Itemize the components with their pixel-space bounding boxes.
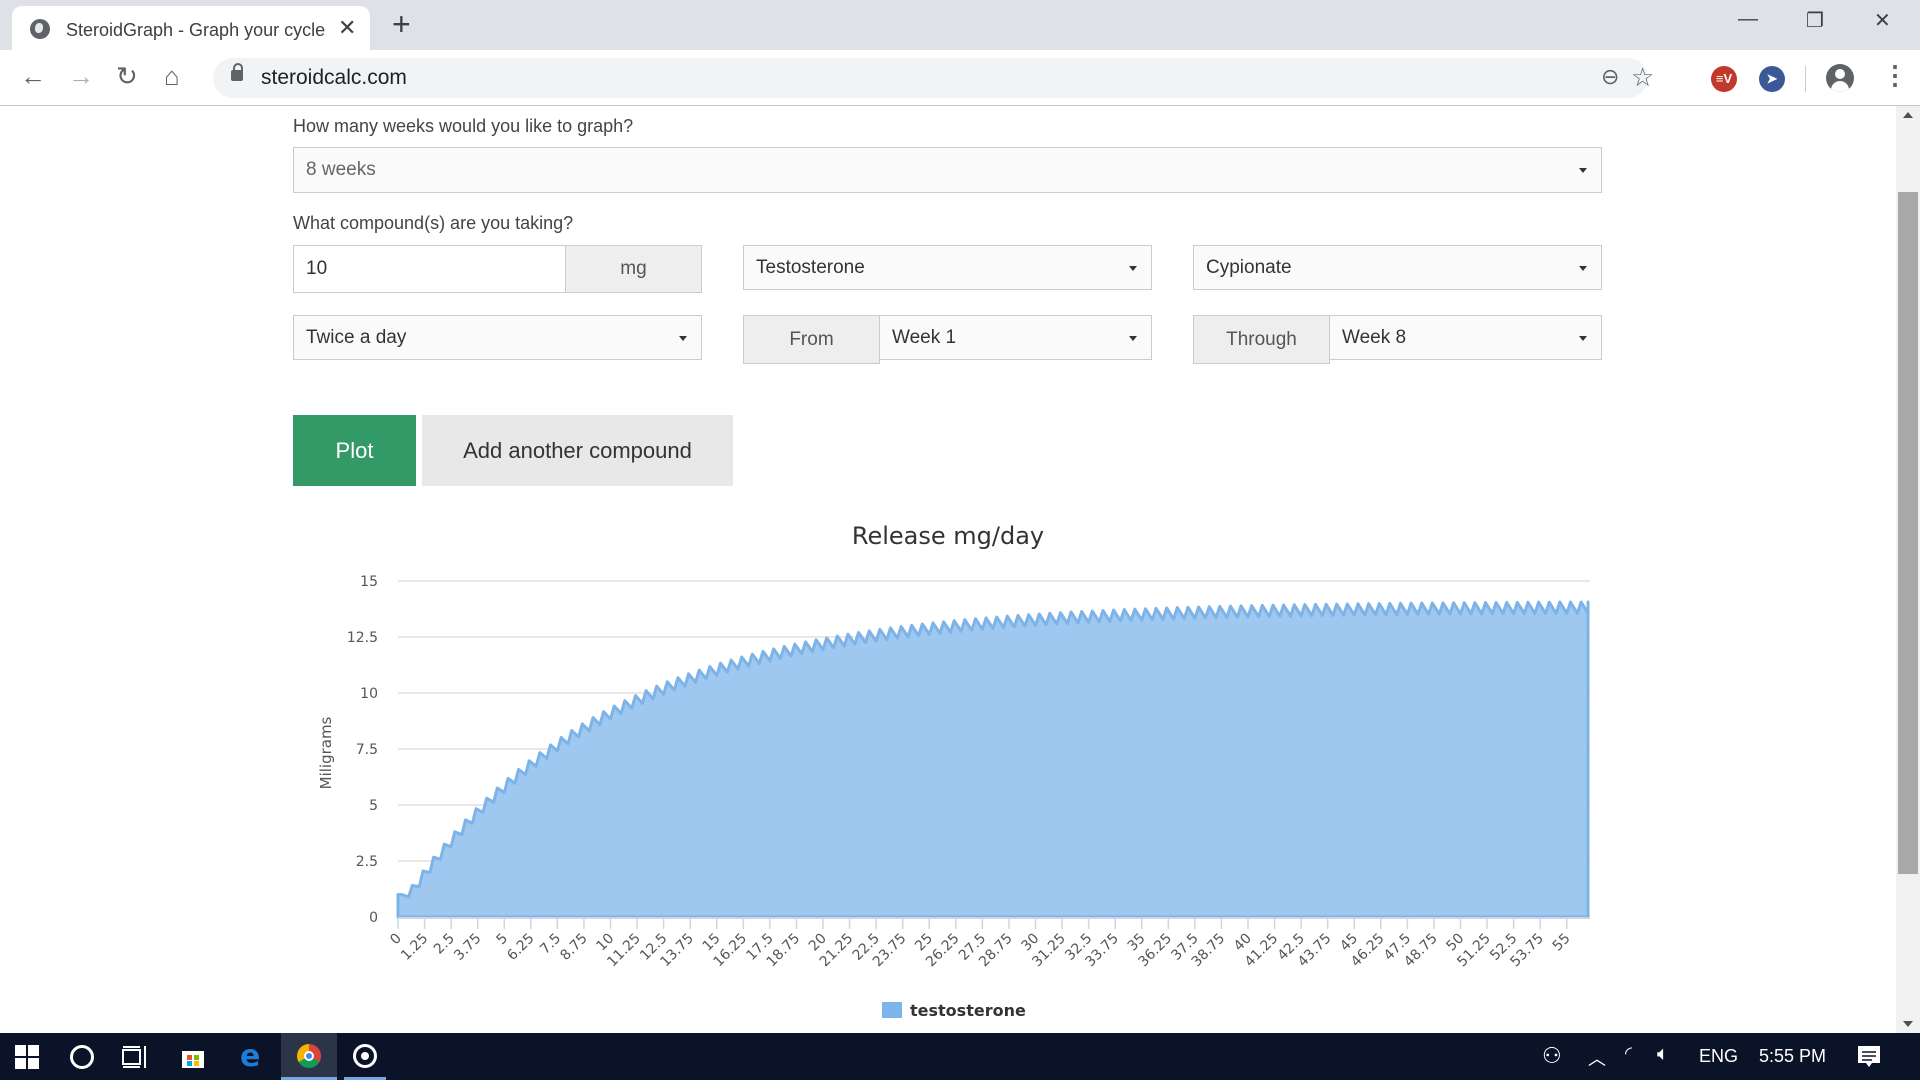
chrome-icon-center — [304, 1051, 314, 1061]
chevron-down-icon — [1129, 265, 1137, 271]
y-tick-label: 7.5 — [356, 742, 378, 758]
y-tick-label: 10 — [360, 686, 378, 702]
dose-input-value: 10 — [306, 258, 328, 279]
chart-x-axis: 01.25 2.53.75 56.25 7.58.75 1011.2512.513.75… — [387, 917, 1590, 970]
home-icon[interactable]: ⌂ — [164, 63, 180, 89]
show-hidden-icons-chevron[interactable]: ︿ — [1588, 1045, 1606, 1071]
page-scrollbar[interactable] — [1896, 106, 1920, 1033]
target-app-icon-dot — [361, 1052, 369, 1060]
x-tick-label: 55 — [1550, 931, 1574, 955]
cortana-search-icon[interactable] — [70, 1045, 94, 1069]
x-tick-label: 3.75 — [451, 931, 484, 964]
dose-unit-addon: mg — [565, 245, 702, 293]
testosterone-area-series[interactable] — [396, 600, 1590, 919]
action-center-notifications-icon[interactable] — [1857, 1045, 1881, 1069]
app-taskbar-button[interactable] — [344, 1033, 386, 1080]
toolbar-divider — [1805, 66, 1806, 92]
weeks-select-value: 8 weeks — [306, 159, 376, 180]
url-text[interactable]: steroidcalc.com — [261, 66, 407, 90]
y-tick-label: 0 — [369, 910, 378, 926]
restore-icon[interactable]: ❐ — [1806, 8, 1824, 33]
compound-question-label: What compound(s) are you taking? — [293, 213, 574, 233]
legend-swatch-testosterone — [882, 1002, 902, 1018]
frequency-select-value: Twice a day — [306, 326, 407, 348]
from-week-value: Week 1 — [892, 326, 957, 348]
chevron-down-icon — [1579, 168, 1587, 173]
add-compound-button[interactable]: Add another compound — [422, 415, 733, 486]
compound-select-value: Testosterone — [756, 256, 865, 278]
windows-taskbar: e ⚇ ︿ ◜ 🔈︎ ENG 5:55 PM — [0, 1033, 1920, 1080]
plot-button[interactable]: Plot — [293, 415, 416, 486]
expressvpn-extension-icon[interactable]: ≡V — [1711, 66, 1737, 92]
through-week-select[interactable]: Week 8 — [1329, 315, 1602, 360]
microsoft-store-icon[interactable] — [181, 1045, 205, 1069]
windows-start-icon[interactable] — [15, 1045, 39, 1069]
chart-title: Release mg/day — [852, 522, 1044, 550]
back-icon[interactable]: ← — [20, 63, 46, 89]
window-close-icon[interactable]: ✕ — [1874, 8, 1891, 33]
dose-input[interactable]: 10 — [293, 245, 566, 293]
bookmark-star-icon[interactable]: ☆ — [1631, 62, 1654, 93]
minimize-icon[interactable]: — — [1738, 8, 1758, 31]
x-tick-label: 8.75 — [557, 931, 590, 964]
edge-browser-icon[interactable]: e — [240, 1039, 260, 1074]
through-label: Through — [1226, 328, 1297, 350]
from-week-select[interactable]: Week 1 — [879, 315, 1152, 360]
x-tick-label: 1.25 — [398, 931, 431, 964]
network-wifi-icon[interactable]: ◜ — [1625, 1043, 1632, 1064]
chevron-down-icon — [679, 335, 687, 341]
chart-y-axis-label: Miligrams — [317, 716, 335, 789]
globe-icon — [30, 19, 50, 39]
chevron-down-icon — [1579, 335, 1587, 341]
browser-tab-active[interactable]: SteroidGraph - Graph your cycle ✕ — [12, 6, 370, 50]
chart-legend[interactable]: testosterone — [882, 1001, 1026, 1020]
browser-toolbar: ← → ↻ ⌂ steroidcalc.com ⊖ ☆ ≡V ➤ ⋮ — [0, 50, 1920, 106]
browser-tab-strip: SteroidGraph - Graph your cycle ✕ + — ❐ … — [0, 0, 1920, 50]
x-tick-label: 0 — [387, 931, 405, 949]
new-tab-button[interactable]: + — [392, 6, 411, 42]
profile-avatar-icon[interactable] — [1826, 64, 1854, 92]
input-language-indicator[interactable]: ENG — [1699, 1046, 1738, 1067]
frequency-select[interactable]: Twice a day — [293, 315, 702, 360]
x-tick-label: 5 — [493, 931, 511, 949]
people-icon[interactable]: ⚇ — [1542, 1043, 1562, 1069]
clock-time[interactable]: 5:55 PM — [1759, 1046, 1826, 1067]
zoom-out-icon[interactable]: ⊖ — [1601, 64, 1619, 90]
weeks-select[interactable]: 8 weeks — [293, 147, 1602, 193]
scroll-down-arrow-icon[interactable] — [1903, 1021, 1913, 1027]
ester-select-value: Cypionate — [1206, 256, 1292, 278]
chevron-down-icon — [1579, 265, 1587, 271]
y-tick-label: 2.5 — [356, 854, 378, 870]
reload-icon[interactable]: ↻ — [116, 63, 138, 89]
weeks-question-label: How many weeks would you like to graph? — [293, 116, 634, 136]
chrome-taskbar-button[interactable] — [281, 1033, 337, 1080]
from-label: From — [789, 328, 834, 350]
through-week-value: Week 8 — [1342, 326, 1407, 348]
volume-icon[interactable]: 🔈︎ — [1657, 1043, 1669, 1066]
lock-icon[interactable] — [231, 63, 243, 81]
ester-select[interactable]: Cypionate — [1193, 245, 1602, 290]
x-tick-label: 6.25 — [504, 931, 537, 964]
legend-label-testosterone[interactable]: testosterone — [910, 1001, 1026, 1020]
chart-y-ticks: 0 2.5 5 7.5 10 12.5 15 — [347, 574, 378, 926]
compound-select[interactable]: Testosterone — [743, 245, 1152, 290]
cursor-extension-icon[interactable]: ➤ — [1759, 66, 1785, 92]
release-chart: Release mg/day Miligrams 0 2.5 5 7.5 10 12.5 1… — [317, 522, 1590, 1020]
scroll-up-arrow-icon[interactable] — [1903, 112, 1913, 118]
y-tick-label: 12.5 — [347, 630, 378, 646]
forward-icon[interactable]: → — [68, 63, 94, 89]
address-bar[interactable]: steroidcalc.com ⊖ ☆ — [213, 58, 1654, 98]
browser-menu-icon[interactable]: ⋮ — [1882, 60, 1908, 91]
tab-title: SteroidGraph - Graph your cycle — [66, 20, 326, 40]
dose-unit-label: mg — [620, 258, 647, 279]
y-tick-label: 15 — [360, 574, 378, 590]
from-addon: From — [743, 315, 880, 364]
task-view-icon[interactable] — [122, 1046, 148, 1068]
through-addon: Through — [1193, 315, 1330, 364]
tab-close-icon[interactable]: ✕ — [338, 15, 356, 41]
scrollbar-thumb[interactable] — [1898, 192, 1918, 874]
y-tick-label: 5 — [369, 798, 378, 814]
chevron-down-icon — [1129, 335, 1137, 341]
